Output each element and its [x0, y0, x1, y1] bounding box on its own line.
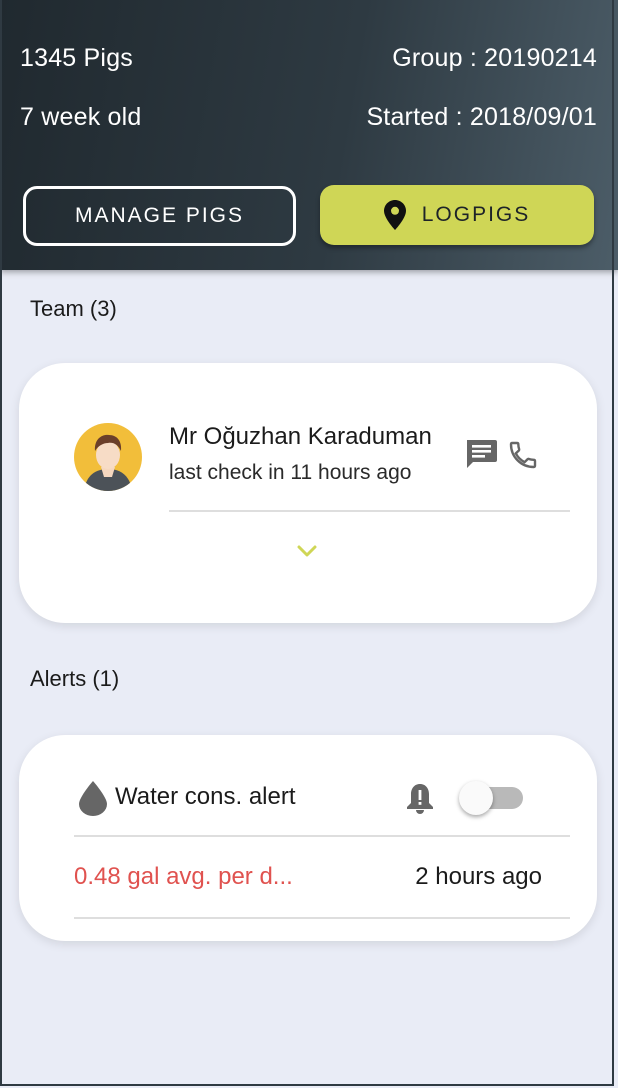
location-pin-icon — [383, 200, 406, 230]
alert-divider-top — [74, 835, 570, 837]
logpigs-button[interactable]: LOGPIGS — [320, 185, 594, 245]
toggle-thumb[interactable] — [459, 781, 493, 815]
avatar[interactable] — [74, 423, 142, 491]
group-id: Group : 20190214 — [392, 44, 597, 72]
alert-time: 2 hours ago — [415, 863, 542, 890]
manage-pigs-button[interactable]: MANAGE PIGS — [23, 186, 296, 246]
team-card-divider — [169, 510, 570, 512]
bell-alert-icon[interactable] — [404, 781, 436, 815]
message-icon[interactable] — [463, 437, 499, 473]
water-drop-icon — [77, 779, 109, 817]
start-date: Started : 2018/09/01 — [366, 103, 597, 131]
alert-divider-bottom — [74, 917, 570, 919]
pig-count: 1345 Pigs — [20, 44, 133, 72]
logpigs-label: LOGPIGS — [421, 203, 531, 226]
member-last-check: last check in 11 hours ago — [169, 461, 412, 484]
alert-card: Water cons. alert 0.48 gal avg. per d...… — [19, 735, 597, 941]
pig-age: 7 week old — [20, 103, 142, 131]
chevron-down-icon[interactable] — [295, 539, 319, 563]
member-name: Mr Oğuzhan Karaduman — [169, 423, 432, 450]
team-title: Team (3) — [30, 296, 117, 321]
header: 1345 Pigs Group : 20190214 7 week old St… — [0, 0, 618, 270]
phone-icon[interactable] — [505, 437, 541, 473]
alerts-title: Alerts (1) — [30, 666, 120, 691]
alert-value: 0.48 gal avg. per d... — [74, 863, 293, 890]
team-card: Mr Oğuzhan Karaduman last check in 11 ho… — [19, 363, 597, 623]
alert-name: Water cons. alert — [115, 783, 296, 810]
manage-pigs-label: MANAGE PIGS — [74, 204, 245, 227]
